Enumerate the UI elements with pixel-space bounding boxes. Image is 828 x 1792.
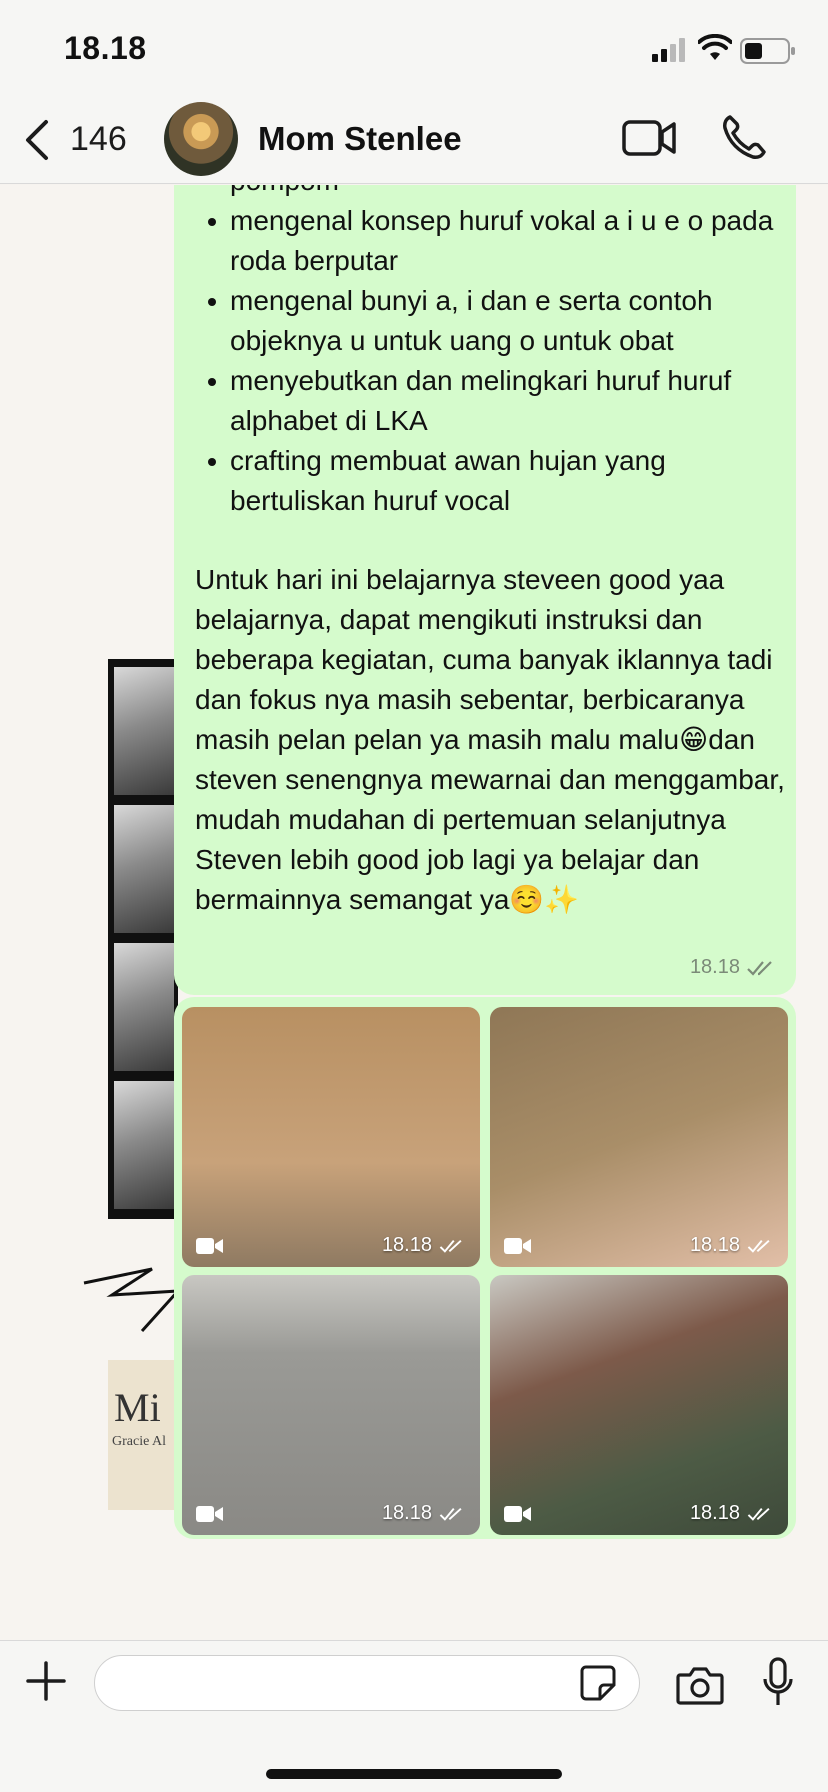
media-meta: 18.18: [690, 1234, 774, 1257]
media-meta: 18.18: [690, 1502, 774, 1525]
message-input[interactable]: [94, 1655, 640, 1711]
message-time: 18.18: [689, 956, 740, 978]
photo-strip-decoration: [108, 659, 178, 1219]
cellular-signal-icon: [652, 38, 685, 62]
double-check-icon: [439, 1507, 462, 1521]
message-bubble-outgoing[interactable]: pompom mengenal konsep huruf vokal a i u…: [174, 185, 796, 995]
message-bullet: mengenal bunyi a, i dan e serta contoh o…: [202, 281, 782, 361]
photo-frame: [114, 943, 174, 1071]
contact-avatar[interactable]: [164, 102, 238, 176]
media-album-bubble: 18.18 18.18 18.18 18.18: [174, 997, 796, 1539]
double-check-icon: [747, 1239, 770, 1253]
video-thumbnail[interactable]: 18.18: [182, 1007, 480, 1267]
status-bar: 18.18: [0, 0, 828, 100]
plus-icon[interactable]: [26, 1661, 66, 1701]
message-paragraph: Untuk hari ini belajarnya steveen good y…: [195, 564, 793, 915]
video-camera-icon: [196, 1506, 223, 1522]
message-text-fragment: pompom: [230, 185, 339, 201]
video-camera-icon: [504, 1506, 531, 1522]
video-camera-icon: [504, 1238, 531, 1254]
chat-area[interactable]: Mi Gracie Al pompom mengenal konsep huru…: [0, 185, 828, 1640]
photo-frame: [114, 805, 174, 933]
media-meta: 18.18: [382, 1234, 466, 1257]
photo-frame: [114, 667, 174, 795]
clipping-name: Gracie Al: [112, 1434, 167, 1449]
microphone-icon[interactable]: [762, 1657, 794, 1709]
message-meta: 18.18: [690, 956, 776, 979]
media-meta: 18.18: [382, 1502, 466, 1525]
double-check-icon: [747, 1507, 770, 1521]
video-camera-icon: [196, 1238, 223, 1254]
unread-count[interactable]: 146: [70, 120, 127, 159]
home-indicator: [266, 1769, 562, 1779]
photo-frame: [114, 1081, 174, 1209]
newspaper-clipping-decoration: Mi Gracie Al: [108, 1360, 178, 1510]
message-bullet-list: mengenal konsep huruf vokal a i u e o pa…: [202, 201, 782, 521]
video-call-icon[interactable]: [622, 118, 676, 158]
phone-call-icon[interactable]: [722, 114, 766, 160]
message-bullet: crafting membuat awan hujan yang bertuli…: [202, 441, 782, 521]
wifi-icon: [698, 34, 732, 60]
double-check-icon: [439, 1239, 462, 1253]
video-thumbnail[interactable]: 18.18: [490, 1275, 788, 1535]
battery-icon: [740, 38, 795, 64]
chat-header: 146 Mom Stenlee: [0, 100, 828, 184]
clipping-headline: Mi: [114, 1385, 161, 1430]
back-chevron-icon[interactable]: [20, 116, 54, 164]
video-thumbnail[interactable]: 18.18: [490, 1007, 788, 1267]
message-bullet: mengenal konsep huruf vokal a i u e o pa…: [202, 201, 782, 281]
sticker-icon[interactable]: [580, 1665, 616, 1701]
contact-name[interactable]: Mom Stenlee: [258, 120, 462, 158]
video-thumbnail[interactable]: 18.18: [182, 1275, 480, 1535]
message-input-bar: [0, 1640, 828, 1792]
message-bullet: menyebutkan dan melingkari huruf huruf a…: [202, 361, 782, 441]
double-check-icon: [747, 960, 772, 976]
camera-icon[interactable]: [676, 1665, 724, 1705]
scribble-decoration: [83, 1267, 182, 1333]
status-time: 18.18: [64, 30, 147, 66]
